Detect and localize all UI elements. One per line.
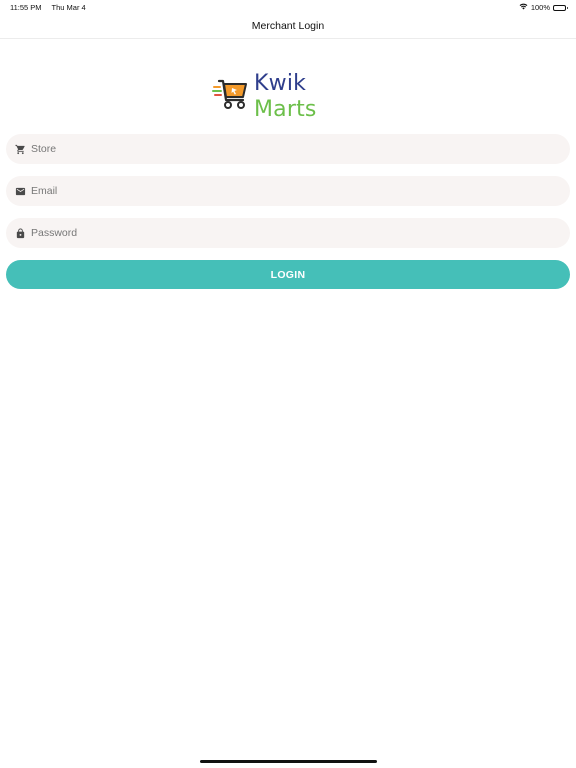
status-left: 11:55 PM Thu Mar 4	[10, 3, 86, 12]
wifi-icon	[519, 3, 528, 12]
logo-word-marts: Marts	[254, 97, 317, 122]
status-date: Thu Mar 4	[51, 3, 86, 12]
mail-icon	[14, 185, 26, 197]
navigation-bar: Merchant Login	[0, 14, 576, 39]
email-input[interactable]	[31, 176, 570, 206]
home-indicator[interactable]	[200, 760, 377, 763]
shopping-cart-logo-icon	[212, 77, 250, 116]
store-field[interactable]	[6, 134, 570, 164]
battery-icon	[553, 4, 568, 11]
status-bar: 11:55 PM Thu Mar 4 100%	[0, 0, 576, 14]
password-input[interactable]	[31, 218, 570, 248]
kwik-marts-logo: Kwik Marts	[212, 71, 368, 122]
cart-icon	[14, 143, 26, 155]
logo-wordmark: Kwik Marts	[254, 70, 368, 122]
lock-icon	[14, 227, 26, 239]
status-right: 100%	[519, 3, 568, 12]
page-title: Merchant Login	[251, 20, 325, 32]
status-time: 11:55 PM	[10, 3, 42, 12]
battery-percent: 100%	[530, 3, 550, 12]
password-field[interactable]	[6, 218, 570, 248]
logo-word-kwik: Kwik	[254, 71, 307, 96]
store-input[interactable]	[31, 134, 570, 164]
login-button[interactable]: LOGIN	[6, 260, 570, 289]
email-field[interactable]	[6, 176, 570, 206]
